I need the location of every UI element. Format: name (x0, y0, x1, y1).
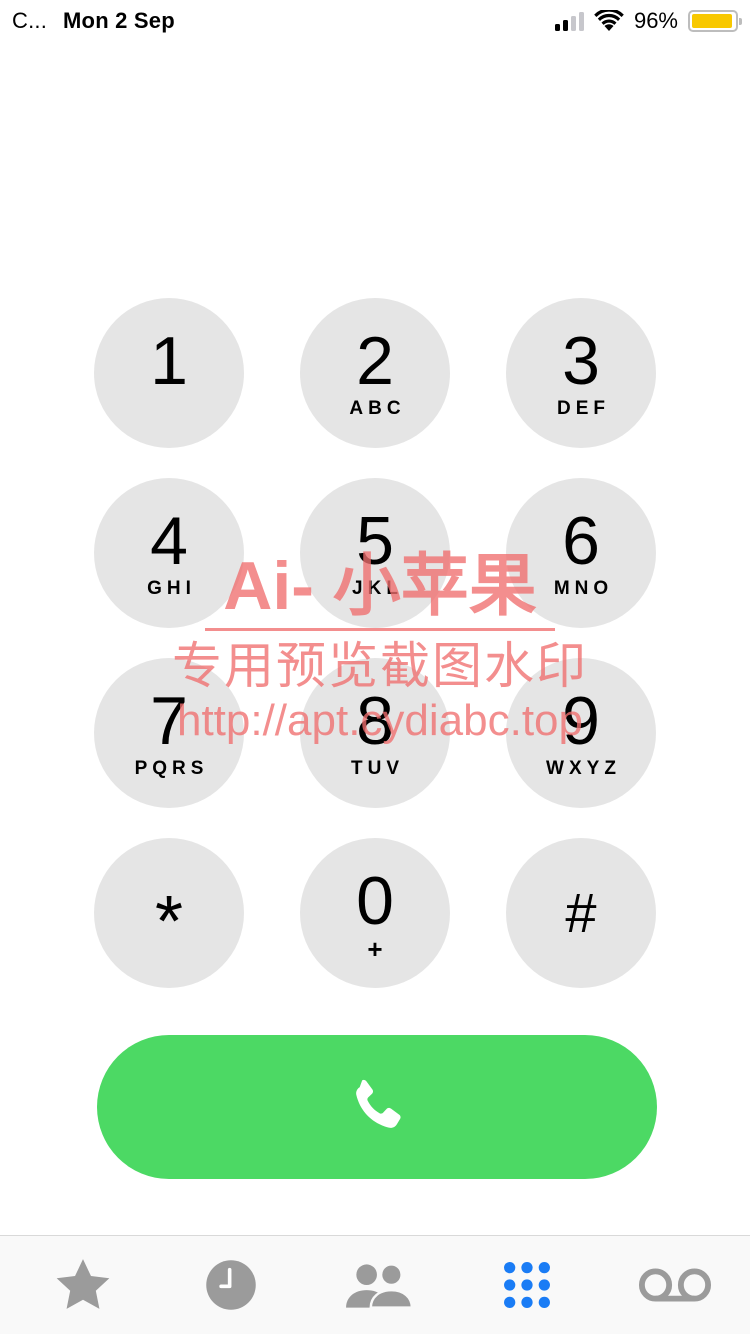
tab-bar (0, 1235, 750, 1334)
key-digit: 9 (562, 683, 600, 759)
star-icon (56, 1259, 110, 1309)
key-7[interactable]: 7 PQRS (94, 658, 244, 808)
key-digit: 1 (150, 323, 188, 399)
key-2[interactable]: 2 ABC (300, 298, 450, 448)
key-digit: 2 (356, 323, 394, 399)
key-letters: TUV (351, 758, 404, 779)
key-digit: 5 (356, 503, 394, 579)
key-digit: # (565, 881, 597, 944)
key-digit: 8 (356, 683, 394, 759)
key-letters: WXYZ (546, 758, 621, 779)
call-button[interactable] (97, 1035, 657, 1179)
key-letters (167, 399, 172, 419)
tab-favourites[interactable] (46, 1248, 120, 1322)
voicemail-icon (638, 1268, 712, 1302)
date-label: Mon 2 Sep (63, 8, 175, 33)
key-digit: 3 (562, 323, 600, 399)
tab-contacts[interactable] (342, 1248, 416, 1322)
key-letters: ABC (349, 398, 406, 419)
status-bar: C... Mon 2 Sep 96% (0, 0, 750, 42)
key-hash[interactable]: # (506, 838, 656, 988)
key-digit: * (154, 882, 184, 962)
carrier-label: C... (12, 8, 48, 33)
key-9[interactable]: 9 WXYZ (506, 658, 656, 808)
key-8[interactable]: 8 TUV (300, 658, 450, 808)
key-0[interactable]: 0 + (300, 838, 450, 988)
key-letters: PQRS (134, 758, 209, 779)
keypad-icon (504, 1262, 550, 1308)
battery-percent: 96% (633, 8, 678, 33)
key-5[interactable]: 5 JKL (300, 478, 450, 628)
status-left: C... Mon 2 Sep (12, 8, 175, 34)
battery-icon (688, 10, 742, 32)
tab-voicemail[interactable] (638, 1248, 712, 1322)
key-4[interactable]: 4 GHI (94, 478, 244, 628)
key-digit: 4 (150, 503, 188, 579)
key-letters: DEF (557, 398, 610, 419)
key-digit: 0 (356, 863, 394, 939)
tab-recents[interactable] (194, 1248, 268, 1322)
keypad: 1 2 ABC 3 DEF 4 GHI 5 JKL 6 MNO 7 PQRS 8 (94, 298, 656, 988)
battery-fill (692, 14, 733, 28)
key-letters: MNO (553, 578, 614, 599)
clock-icon (206, 1260, 256, 1310)
key-letters: + (367, 934, 383, 964)
key-1[interactable]: 1 (94, 298, 244, 448)
key-3[interactable]: 3 DEF (506, 298, 656, 448)
wifi-icon (594, 10, 624, 31)
tab-keypad[interactable] (490, 1248, 564, 1322)
key-digit: 6 (562, 503, 600, 579)
key-6[interactable]: 6 MNO (506, 478, 656, 628)
signal-icon (554, 11, 584, 31)
contacts-icon (346, 1263, 414, 1309)
key-star[interactable]: * (94, 838, 244, 988)
key-letters: JKL (352, 578, 403, 599)
key-letters: GHI (147, 578, 196, 599)
status-right: 96% (554, 8, 742, 34)
phone-keypad-screen: C... Mon 2 Sep 96% 1 2 ABC 3 DEF 4 GHI 5… (0, 0, 750, 1334)
phone-icon (356, 1079, 401, 1128)
key-digit: 7 (150, 683, 188, 759)
